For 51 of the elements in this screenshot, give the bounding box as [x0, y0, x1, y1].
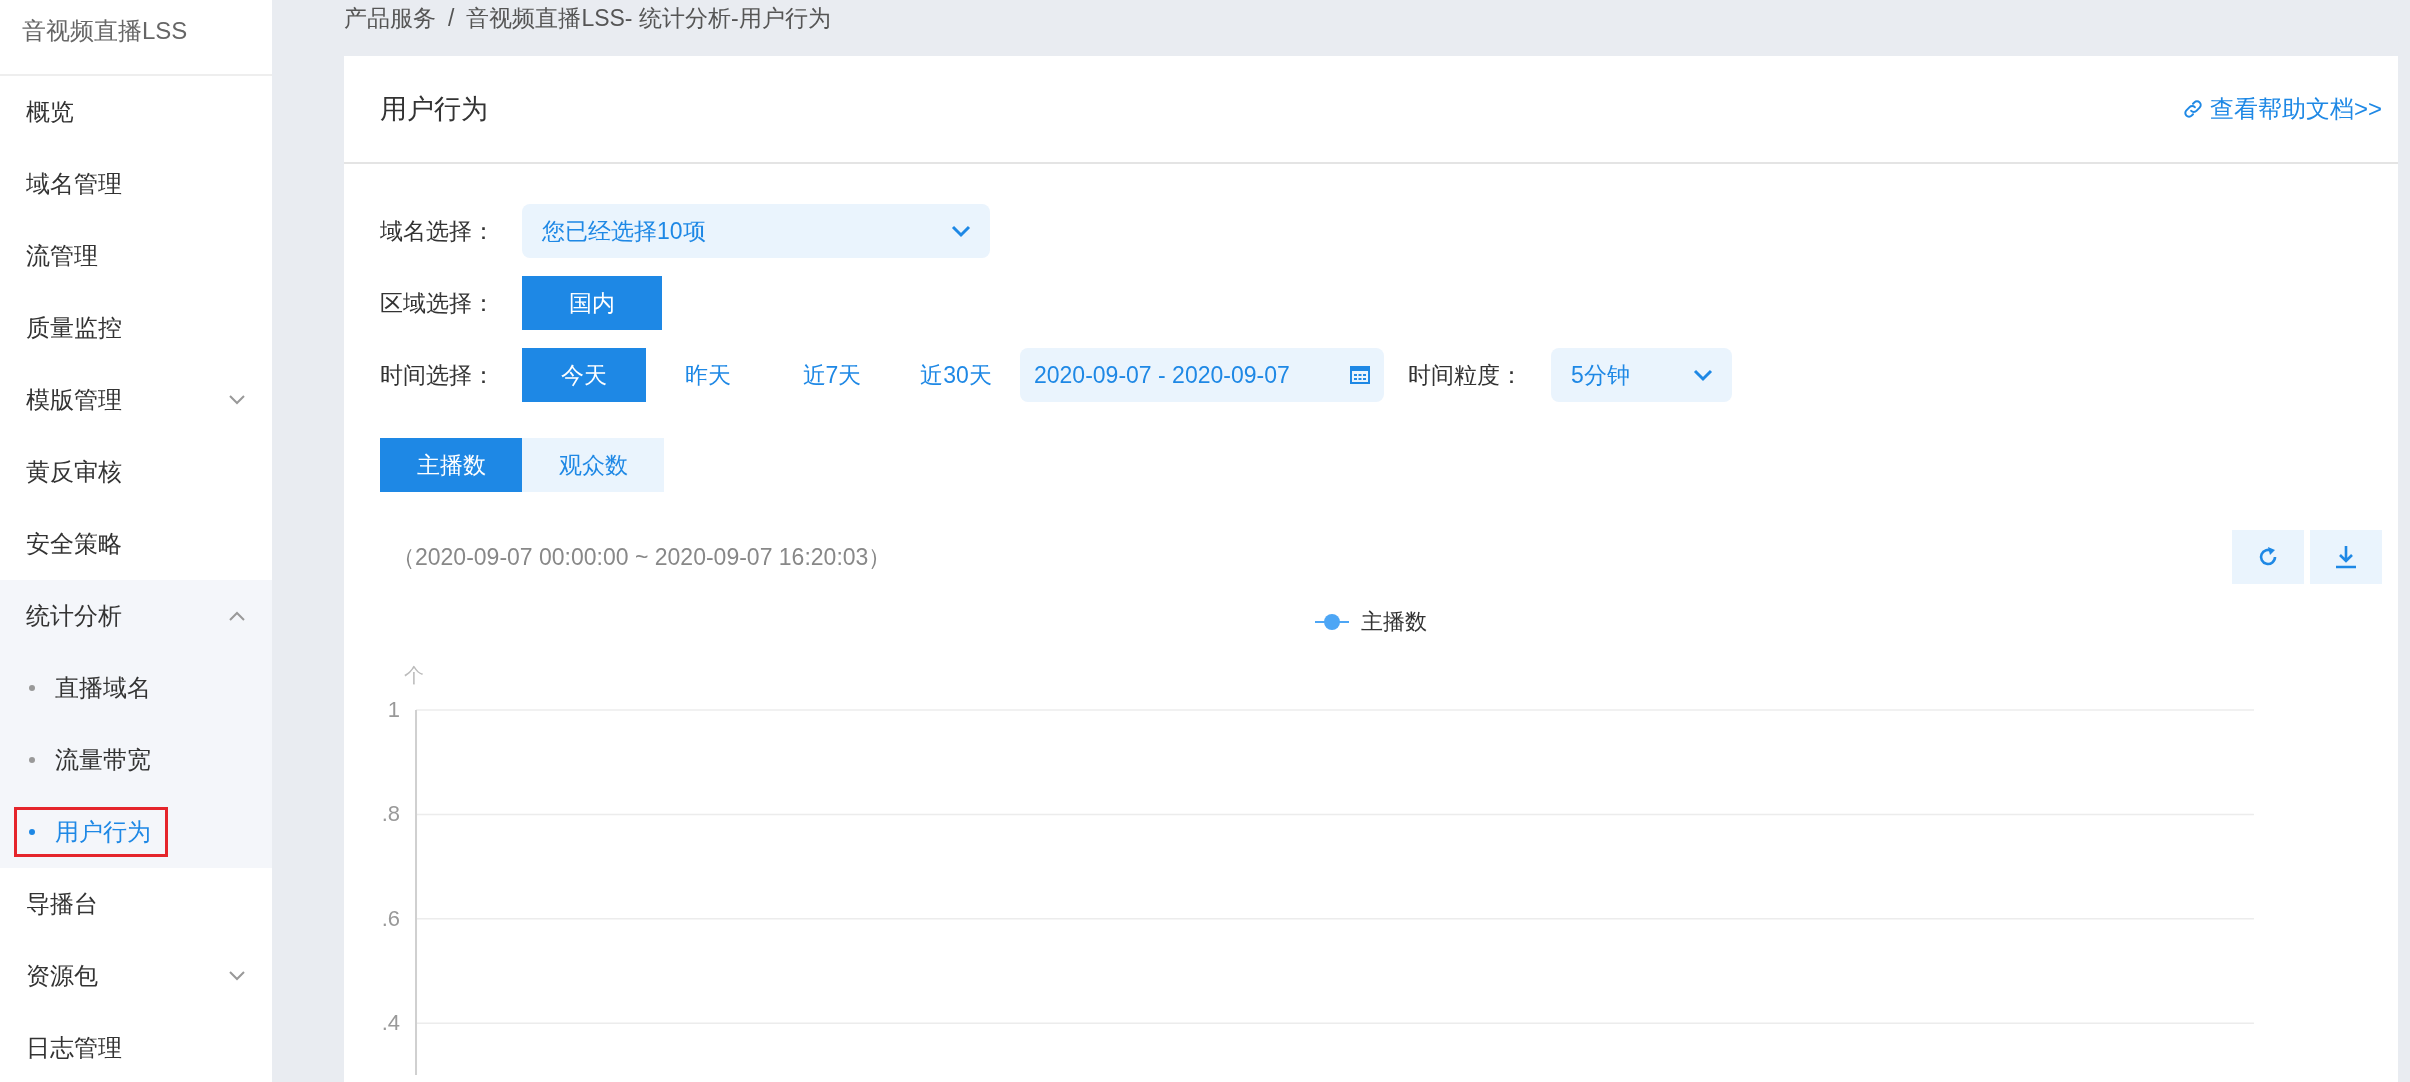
filter-label: 区域选择：: [380, 288, 496, 318]
breadcrumb-item[interactable]: 产品服务: [344, 2, 436, 34]
metric-tab[interactable]: 观众数: [522, 438, 664, 492]
sidebar-item[interactable]: 域名管理: [0, 148, 272, 220]
chevron-up-icon: [228, 610, 246, 622]
filter-label: 域名选择：: [380, 216, 496, 246]
y-axis-label: 个: [404, 664, 424, 686]
breadcrumb-separator: /: [448, 4, 455, 32]
chevron-down-icon: [228, 970, 246, 982]
sidebar-group[interactable]: 资源包: [0, 940, 272, 1012]
download-button[interactable]: [2310, 530, 2382, 584]
sidebar-item[interactable]: 概览: [0, 76, 272, 148]
granularity-dropdown[interactable]: 5分钟: [1551, 348, 1732, 402]
link-icon: [2181, 98, 2204, 120]
sidebar-item[interactable]: 黄反审核: [0, 436, 272, 508]
filter-label: 时间选择：: [380, 360, 496, 390]
sidebar-subitem[interactable]: 流量带宽: [14, 735, 168, 785]
time-option[interactable]: 今天: [522, 348, 646, 402]
sidebar-subitem[interactable]: 用户行为: [14, 807, 168, 857]
date-range-field[interactable]: 2020-09-07 - 2020-09-07: [1020, 348, 1384, 402]
sidebar-item[interactable]: 导播台: [0, 868, 272, 940]
region-option[interactable]: 国内: [522, 276, 662, 330]
sidebar-item[interactable]: 流管理: [0, 220, 272, 292]
sidebar-subitem[interactable]: 直播域名: [14, 663, 168, 713]
metric-tab[interactable]: 主播数: [380, 438, 522, 492]
legend-label: 主播数: [1361, 608, 1427, 636]
sidebar-title: 音视频直播LSS: [0, 0, 272, 76]
page-title: 用户行为: [380, 93, 488, 126]
calendar-icon: [1350, 366, 1370, 384]
chevron-down-icon: [950, 224, 972, 238]
y-tick-label: .4: [381, 1010, 400, 1036]
filter-label: 时间粒度：: [1408, 360, 1523, 390]
chevron-down-icon: [1692, 368, 1714, 382]
y-tick-label: .6: [381, 905, 400, 931]
domain-dropdown[interactable]: 您已经选择10项: [522, 204, 990, 258]
download-icon: [2333, 544, 2359, 570]
breadcrumb-item[interactable]: 音视频直播LSS- 统计分析-用户行为: [466, 2, 831, 34]
y-tick-label: .8: [381, 801, 400, 827]
time-span-text: （2020-09-07 00:00:00 ~ 2020-09-07 16:20:03）: [392, 542, 892, 572]
help-link[interactable]: 查看帮助文档>>: [2181, 93, 2382, 125]
sidebar-group[interactable]: 模版管理: [0, 364, 272, 436]
refresh-button[interactable]: [2232, 530, 2304, 584]
time-option[interactable]: 近30天: [894, 348, 1018, 402]
sidebar-item[interactable]: 日志管理: [0, 1012, 272, 1082]
time-option[interactable]: 昨天: [646, 348, 770, 402]
time-option[interactable]: 近7天: [770, 348, 894, 402]
sidebar-item[interactable]: 安全策略: [0, 508, 272, 580]
chevron-down-icon: [228, 394, 246, 406]
y-tick-label: 1: [387, 697, 400, 722]
sidebar-item[interactable]: 质量监控: [0, 292, 272, 364]
sidebar-group[interactable]: 统计分析: [0, 580, 272, 652]
